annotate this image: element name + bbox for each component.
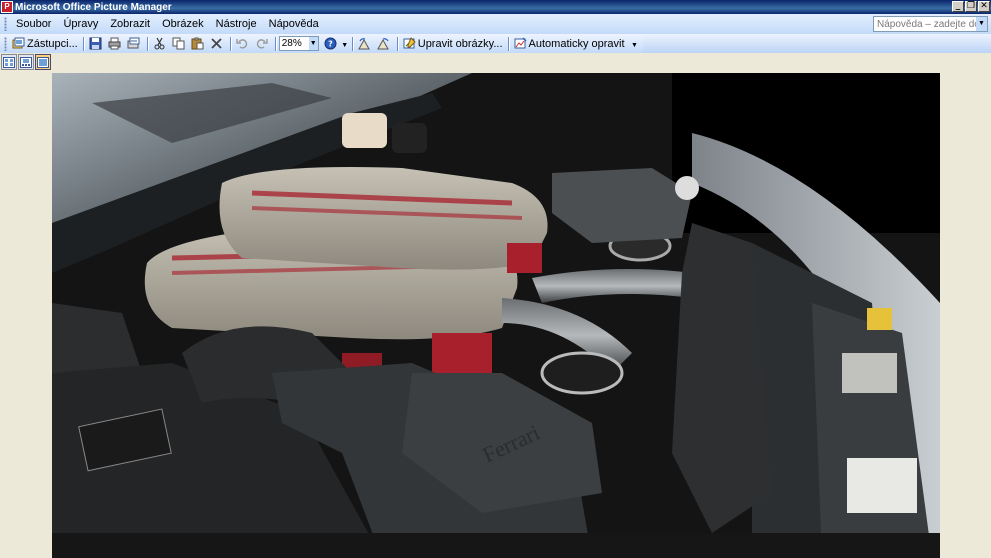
auto-correct-label: Automaticky opravit	[528, 37, 625, 50]
rotate-left-button[interactable]	[356, 35, 375, 52]
title-bar: P Microsoft Office Picture Manager _ ❐ ✕	[0, 0, 991, 14]
rotate-left-icon	[357, 38, 370, 50]
copy-button[interactable]	[170, 35, 189, 52]
help-dropdown-icon[interactable]: ▼	[976, 17, 987, 31]
toolbar-separator	[351, 36, 353, 51]
print-icon	[108, 37, 121, 50]
toolbar-separator	[229, 36, 231, 51]
help-search-placeholder: Nápověda – zadejte dotaz	[877, 18, 976, 30]
print-button[interactable]	[106, 35, 125, 52]
close-button[interactable]: ✕	[978, 1, 990, 12]
thumbnail-view-icon	[3, 56, 15, 68]
zoom-dropdown-icon[interactable]: ▼	[308, 37, 318, 50]
save-icon	[89, 37, 102, 50]
help-search-input[interactable]: Nápověda – zadejte dotaz ▼	[873, 16, 988, 32]
picture-manager-icon[interactable]: P	[1, 1, 13, 13]
standard-toolbar: Zástupci... 28% ▼ ? ▼ Upravit obrázky...…	[0, 34, 991, 53]
edit-pictures-icon	[403, 37, 416, 49]
window-controls: _ ❐ ✕	[952, 1, 990, 12]
edit-pictures-button[interactable]: Upravit obrázky...	[401, 35, 505, 52]
save-button[interactable]	[87, 35, 106, 52]
toolbar-overflow-icon[interactable]: ▼	[631, 35, 639, 52]
help-button[interactable]: ?	[322, 35, 341, 52]
scissors-icon	[154, 37, 165, 50]
menu-obrazek[interactable]: Obrázek	[156, 14, 210, 34]
help-icon: ?	[324, 37, 337, 50]
toolbar-separator	[396, 36, 398, 51]
toolbar-overflow-icon[interactable]: ▼	[341, 35, 349, 52]
maximize-button[interactable]: ❐	[965, 1, 977, 12]
toolbar-separator	[146, 36, 148, 51]
minimize-button[interactable]: _	[952, 1, 964, 12]
menu-soubor[interactable]: Soubor	[10, 14, 57, 34]
copy-icon	[172, 37, 185, 50]
zoom-select[interactable]: 28% ▼	[278, 36, 319, 51]
auto-correct-icon	[514, 37, 527, 49]
delete-button[interactable]	[208, 35, 227, 52]
single-picture-view-icon	[37, 56, 49, 68]
delete-icon	[211, 38, 222, 49]
redo-icon	[256, 39, 268, 49]
export-icon	[127, 37, 140, 49]
menu-zobrazit[interactable]: Zobrazit	[104, 14, 156, 34]
undo-icon	[236, 39, 247, 49]
menu-upravy[interactable]: Úpravy	[57, 14, 104, 34]
filmstrip-view-button[interactable]	[18, 54, 34, 70]
svg-text:?: ?	[328, 40, 333, 49]
export-button[interactable]	[125, 35, 144, 52]
toolbar-separator	[82, 36, 84, 51]
rotate-right-button[interactable]	[375, 35, 394, 52]
paste-icon	[191, 37, 204, 50]
zoom-value: 28%	[281, 38, 302, 49]
menu-grip-handle[interactable]	[4, 17, 7, 31]
menu-bar: Soubor Úpravy Zobrazit Obrázek Nástroje …	[0, 14, 991, 34]
engine-photo-illustration: Ferrari	[52, 73, 940, 558]
toolbar-separator	[274, 36, 276, 51]
shortcuts-icon	[12, 37, 25, 49]
window-title: Microsoft Office Picture Manager	[15, 1, 172, 13]
rotate-right-icon	[376, 38, 389, 50]
menu-napoveda[interactable]: Nápověda	[263, 14, 325, 34]
shortcuts-label: Zástupci...	[27, 37, 78, 50]
filmstrip-view-icon	[20, 56, 32, 68]
paste-button[interactable]	[189, 35, 208, 52]
picture-canvas[interactable]: Ferrari	[0, 71, 991, 558]
thumbnail-view-button[interactable]	[1, 54, 17, 70]
toolbar-grip-handle[interactable]	[4, 36, 7, 51]
redo-button[interactable]	[253, 35, 272, 52]
menu-nastroje[interactable]: Nástroje	[210, 14, 263, 34]
view-mode-bar	[0, 53, 991, 71]
cut-button[interactable]	[151, 35, 170, 52]
undo-button[interactable]	[234, 35, 253, 52]
single-picture-view-button[interactable]	[35, 54, 51, 70]
edit-pictures-label: Upravit obrázky...	[417, 37, 503, 50]
shortcuts-button[interactable]: Zástupci...	[10, 35, 80, 52]
engine-bay-photo: Ferrari	[52, 73, 940, 558]
auto-correct-button[interactable]: Automaticky opravit	[512, 35, 627, 52]
toolbar-separator	[507, 36, 509, 51]
